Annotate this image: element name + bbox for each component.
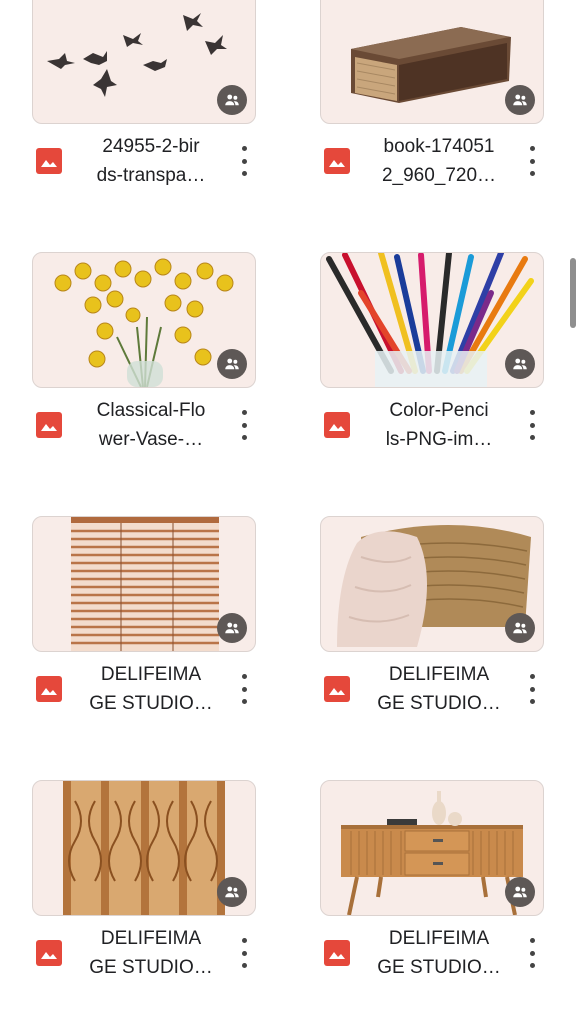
thumbnail-color-pencils[interactable] xyxy=(320,252,544,388)
thumbnail-book[interactable] xyxy=(320,0,544,124)
thumbnail-sideboard[interactable] xyxy=(320,780,544,916)
image-file-icon xyxy=(324,676,350,702)
scrollbar-thumb[interactable] xyxy=(570,258,576,328)
file-card-color-pencils[interactable]: Color-Penci ls-PNG-im… xyxy=(320,252,544,488)
file-name[interactable]: DELIFEIMA GE STUDIO… xyxy=(76,924,226,982)
more-vert-icon[interactable] xyxy=(236,674,252,704)
file-name[interactable]: book-174051 2_960_720… xyxy=(364,132,514,190)
image-file-icon xyxy=(324,940,350,966)
shared-people-icon xyxy=(217,349,247,379)
image-file-icon xyxy=(36,940,62,966)
more-vert-icon[interactable] xyxy=(524,410,540,440)
image-file-icon xyxy=(36,412,62,438)
file-card-basket[interactable]: DELIFEIMA GE STUDIO… xyxy=(320,516,544,752)
shared-people-icon xyxy=(505,877,535,907)
file-card-book[interactable]: book-174051 2_960_720… xyxy=(320,0,544,224)
file-name[interactable]: Classical-Flo wer-Vase-… xyxy=(76,396,226,454)
image-file-icon xyxy=(324,148,350,174)
file-name[interactable]: DELIFEIMA GE STUDIO… xyxy=(364,924,514,982)
image-file-icon xyxy=(36,148,62,174)
more-vert-icon[interactable] xyxy=(236,410,252,440)
shared-people-icon xyxy=(217,85,247,115)
image-file-icon xyxy=(324,412,350,438)
more-vert-icon[interactable] xyxy=(524,938,540,968)
file-grid: 24955-2-bir ds-transpa… book-174051 2_96… xyxy=(0,0,576,993)
shared-people-icon xyxy=(505,85,535,115)
file-card-blinds[interactable]: DELIFEIMA GE STUDIO… xyxy=(32,516,256,752)
file-card-flower-vase[interactable]: Classical-Flo wer-Vase-… xyxy=(32,252,256,488)
more-vert-icon[interactable] xyxy=(236,146,252,176)
shared-people-icon xyxy=(505,349,535,379)
thumbnail-flower-vase[interactable] xyxy=(32,252,256,388)
file-name[interactable]: 24955-2-bir ds-transpa… xyxy=(76,132,226,190)
file-card-birds[interactable]: 24955-2-bir ds-transpa… xyxy=(32,0,256,224)
thumbnail-basket[interactable] xyxy=(320,516,544,652)
thumbnail-rattan-screen[interactable] xyxy=(32,780,256,916)
more-vert-icon[interactable] xyxy=(236,938,252,968)
thumbnail-birds[interactable] xyxy=(32,0,256,124)
shared-people-icon xyxy=(505,613,535,643)
shared-people-icon xyxy=(217,877,247,907)
file-name[interactable]: Color-Penci ls-PNG-im… xyxy=(364,396,514,454)
more-vert-icon[interactable] xyxy=(524,146,540,176)
image-file-icon xyxy=(36,676,62,702)
file-card-sideboard[interactable]: DELIFEIMA GE STUDIO… xyxy=(320,780,544,1016)
file-card-rattan-screen[interactable]: DELIFEIMA GE STUDIO… xyxy=(32,780,256,1016)
more-vert-icon[interactable] xyxy=(524,674,540,704)
thumbnail-blinds[interactable] xyxy=(32,516,256,652)
file-name[interactable]: DELIFEIMA GE STUDIO… xyxy=(76,660,226,718)
file-name[interactable]: DELIFEIMA GE STUDIO… xyxy=(364,660,514,718)
shared-people-icon xyxy=(217,613,247,643)
